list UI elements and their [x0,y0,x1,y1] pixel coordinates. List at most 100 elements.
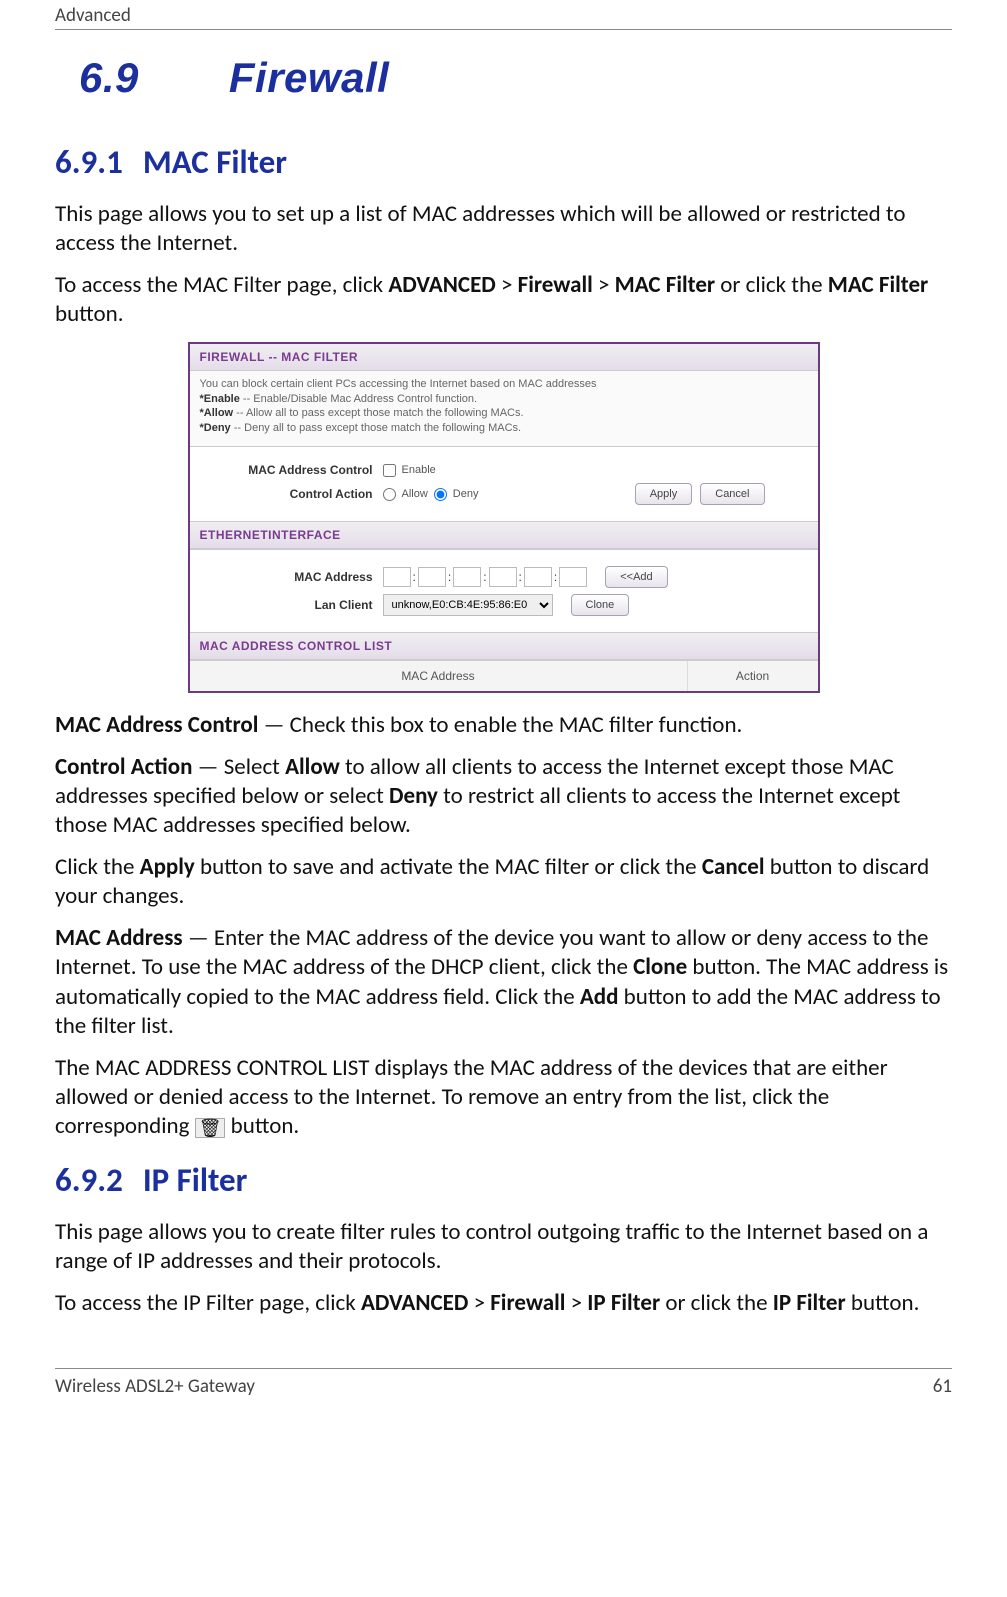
panel-title-ethernet: ETHERNETINTERFACE [190,521,818,549]
mac-octet-3[interactable] [453,567,481,587]
section-number: 6.9 [79,54,139,102]
subsection-title: MAC Filter [143,142,287,182]
nav-paragraph-ip: To access the IP Filter page, click ADVA… [55,1289,952,1318]
mac-octet-4[interactable] [489,567,517,587]
col-action: Action [688,661,818,691]
desc-deny-text: -- Deny all to pass except those match t… [231,422,521,434]
desc-line: You can block certain client PCs accessi… [200,377,808,392]
label-clone: Clone [633,953,687,981]
para-apply-cancel: Click the Apply button to save and activ… [55,853,952,912]
footer-page-number: 61 [933,1375,952,1398]
label-add: Add [580,983,619,1011]
nav-mid: or click the [660,1289,773,1317]
enable-checkbox[interactable] [383,464,396,477]
mac-octet-2[interactable] [418,567,446,587]
mac-octet-6[interactable] [559,567,587,587]
mac-sep: : [413,570,416,584]
cancel-button[interactable]: Cancel [700,483,764,505]
label-control-action: Control Action [55,753,192,781]
para-mac-address: MAC Address — Enter the MAC address of t… [55,924,952,1042]
nav-sep: > [593,271,615,299]
nav-macfilter-btn: MAC Filter [828,271,928,299]
header-title: Advanced [55,4,131,27]
nav-firewall: Firewall [490,1289,565,1317]
subsection-title: IP Filter [143,1160,248,1200]
desc-deny-label: *Deny [200,422,231,434]
mac-sep: : [519,570,522,584]
enable-label: Enable [402,464,436,476]
nav-sep: > [496,271,518,299]
para-control-action: Control Action — Select Allow to allow a… [55,753,952,841]
mac-control-form: MAC Address Control Enable Control Actio… [190,446,818,521]
para-control-list: The MAC ADDRESS CONTROL LIST displays th… [55,1054,952,1142]
intro-paragraph-ip: This page allows you to create filter ru… [55,1218,952,1277]
label-allow: Allow [285,753,340,781]
mac-sep: : [448,570,451,584]
nav-sep: > [565,1289,587,1317]
label-mac-address: MAC Address [55,924,183,952]
clone-button[interactable]: Clone [571,594,630,616]
mac-sep: : [554,570,557,584]
nav-advanced: ADVANCED [388,271,495,299]
nav-prefix: To access the IP Filter page, click [55,1289,361,1317]
section-title: Firewall [229,54,389,101]
firewall-screenshot: FIREWALL -- MAC FILTER You can block cer… [188,342,820,693]
subsection-number: 6.9.2 [55,1160,123,1200]
allow-label: Allow [402,488,428,500]
add-button[interactable]: <<Add [605,566,667,588]
nav-suffix: button. [55,300,124,328]
control-list-table-header: MAC Address Action [190,660,818,691]
text-mac-address-control: — Check this box to enable the MAC filte… [258,711,742,739]
text-post: button. [225,1112,299,1140]
mac-sep: : [483,570,486,584]
panel-title-firewall: FIREWALL -- MAC FILTER [190,344,818,371]
nav-sep: > [468,1289,490,1317]
subsection-number: 6.9.1 [55,142,123,182]
nav-paragraph: To access the MAC Filter page, click ADV… [55,271,952,330]
label-mac-address-control: MAC Address Control [55,711,258,739]
control-action-label: Control Action [208,487,383,501]
allow-radio[interactable] [383,488,396,501]
nav-advanced: ADVANCED [361,1289,468,1317]
lan-client-select[interactable]: unknow,E0:CB:4E:95:86:E0 [383,594,553,616]
nav-ipfilter: IP Filter [587,1289,660,1317]
intro-paragraph: This page allows you to set up a list of… [55,200,952,259]
text-pre: — Select [192,753,285,781]
panel-title-control-list: MAC ADDRESS CONTROL LIST [190,632,818,660]
panel-description: You can block certain client PCs accessi… [190,371,818,446]
desc-allow-text: -- Allow all to pass except those match … [233,407,523,419]
col-mac-address: MAC Address [190,661,688,691]
footer-left: Wireless ADSL2+ Gateway [55,1375,255,1398]
para-mac-address-control: MAC Address Control — Check this box to … [55,711,952,740]
desc-allow-label: *Allow [200,407,234,419]
deny-label: Deny [453,488,479,500]
lan-client-label: Lan Client [208,598,383,612]
mac-octet-5[interactable] [524,567,552,587]
text-mid: button to save and activate the MAC filt… [195,853,702,881]
nav-prefix: To access the MAC Filter page, click [55,271,388,299]
ethernet-form: MAC Address : : : : : <<Add Lan Client [190,549,818,632]
nav-firewall: Firewall [518,271,593,299]
nav-macfilter: MAC Filter [615,271,715,299]
label-deny: Deny [389,782,438,810]
subsection-heading-ip-filter: 6.9.2 IP Filter [55,1160,952,1200]
desc-enable-label: *Enable [200,393,240,405]
desc-enable-text: -- Enable/Disable Mac Address Control fu… [240,393,477,405]
mac-address-control-label: MAC Address Control [208,463,383,477]
label-cancel: Cancel [702,853,765,881]
mac-address-label: MAC Address [208,570,383,584]
mac-octet-1[interactable] [383,567,411,587]
mac-input-group: : : : : : [383,567,588,587]
trash-icon: 🗑 [195,1118,226,1138]
section-heading: 6.9 Firewall [79,54,952,102]
subsection-heading-mac-filter: 6.9.1 MAC Filter [55,142,952,182]
page-footer: Wireless ADSL2+ Gateway 61 [55,1368,952,1418]
text-pre: Click the [55,853,140,881]
apply-button[interactable]: Apply [635,483,693,505]
nav-ipfilter-btn: IP Filter [773,1289,846,1317]
text-pre: The MAC ADDRESS CONTROL LIST displays th… [55,1054,888,1141]
label-apply: Apply [140,853,195,881]
deny-radio[interactable] [434,488,447,501]
nav-mid: or click the [715,271,828,299]
page-header: Advanced [55,0,952,30]
